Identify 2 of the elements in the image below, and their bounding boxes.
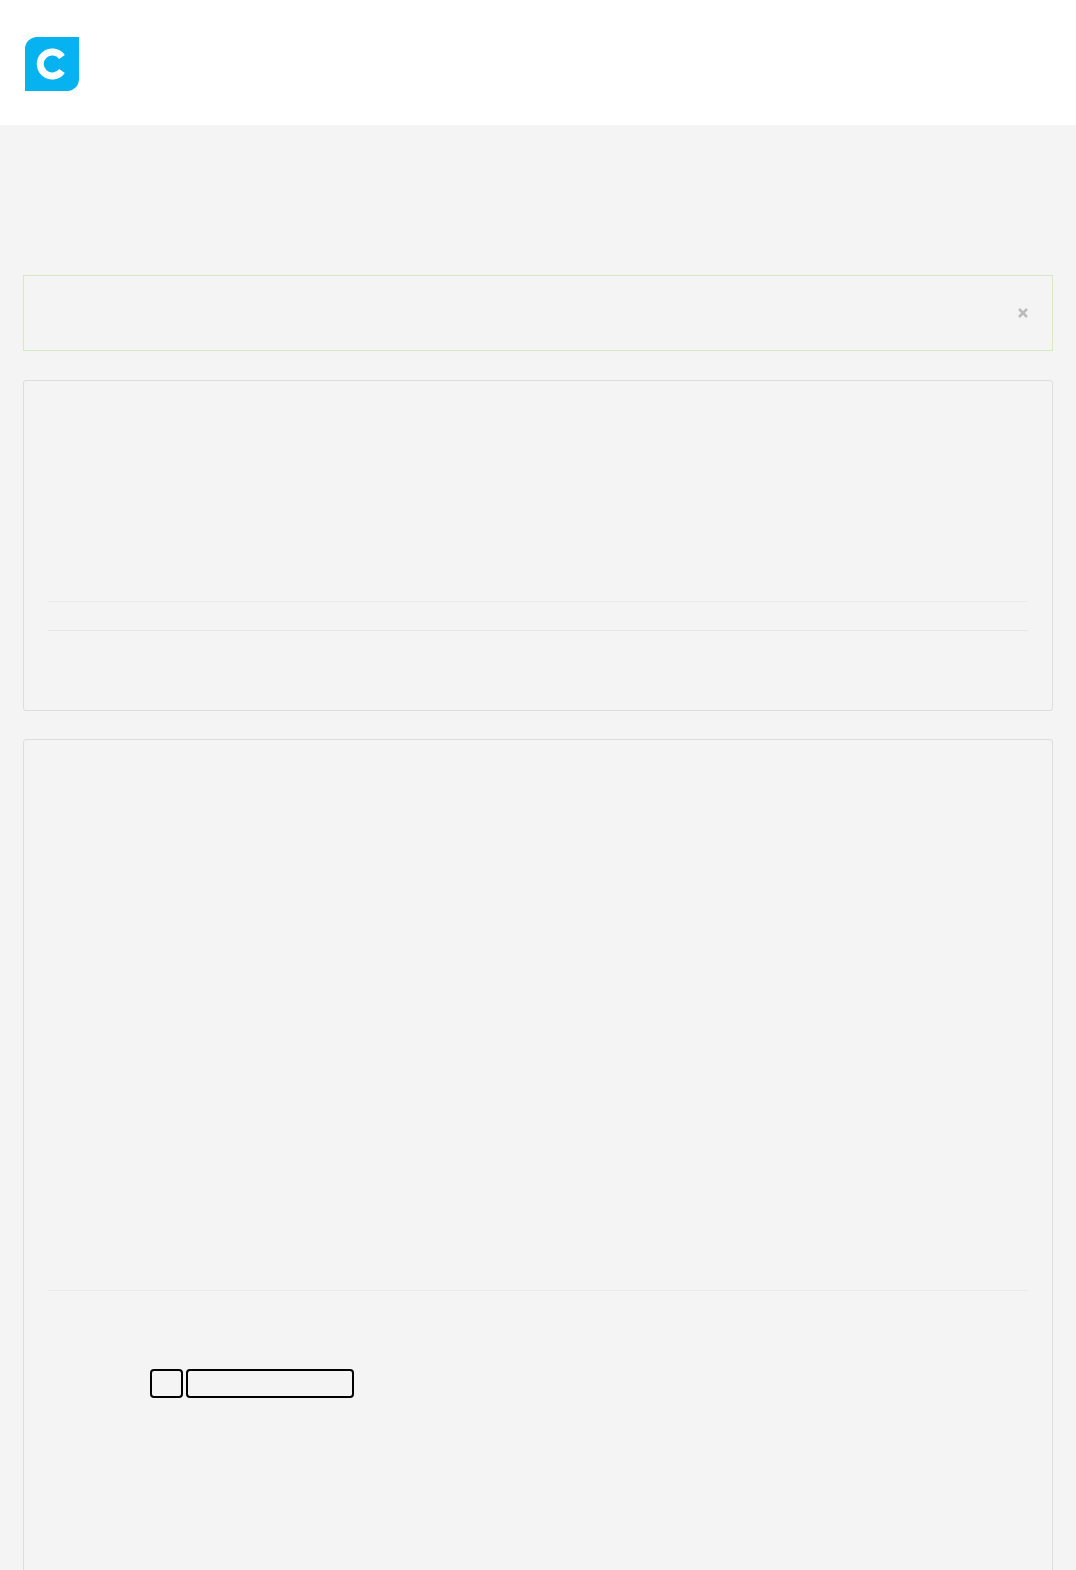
input-field[interactable] [150, 1369, 183, 1398]
input-field[interactable] [186, 1369, 354, 1398]
